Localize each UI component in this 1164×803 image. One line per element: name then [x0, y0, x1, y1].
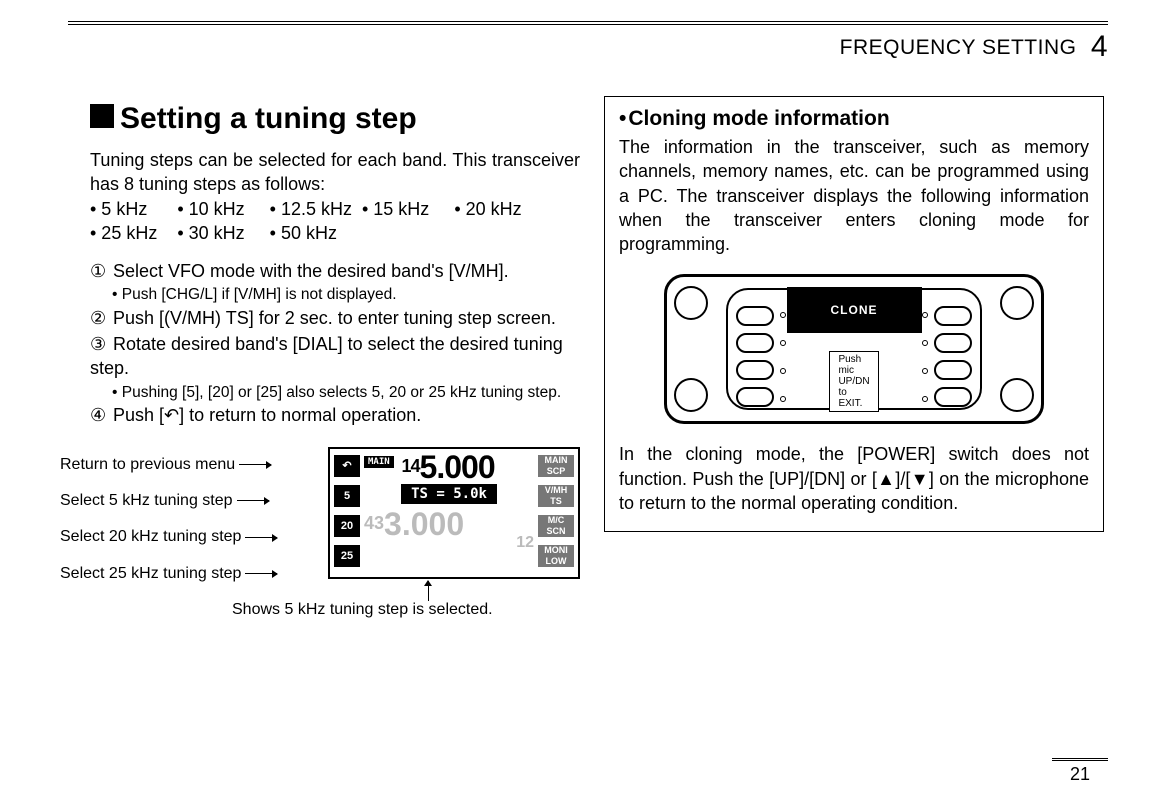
lcd-btn-moni-low: MONILOW	[538, 545, 574, 567]
lcd-btn-25: 25	[334, 545, 360, 567]
step-3-text: Rotate desired band's [DIAL] to select t…	[90, 334, 563, 378]
side-button-icon	[736, 387, 774, 407]
side-button-icon	[736, 360, 774, 380]
led-dot-icon	[780, 396, 786, 402]
lcd-btn-20: 20	[334, 515, 360, 537]
caption-arrow-icon	[428, 581, 429, 601]
section-title-text: Setting a tuning step	[120, 102, 417, 135]
step-3-num: ③	[90, 332, 108, 356]
cloning-info-box: •Cloning mode information The informatio…	[604, 96, 1104, 532]
diagram-label-return: Return to previous menu	[60, 453, 277, 476]
step-4-num: ④	[90, 403, 108, 427]
radio-face-diagram: CLONE Push mic UP/DN to EXIT.	[664, 274, 1044, 424]
step-2-text: Push [(V/MH) TS] for 2 sec. to enter tun…	[113, 308, 556, 328]
led-dot-icon	[922, 368, 928, 374]
arrow-icon	[245, 537, 277, 538]
lcd-ts-indicator: TS = 5.0k	[401, 484, 497, 504]
side-button-icon	[736, 306, 774, 326]
step-3: ③ Rotate desired band's [DIAL] to select…	[90, 332, 580, 381]
page-number-rule	[1052, 758, 1108, 759]
step-4-text: Push [↶] to return to normal operation.	[113, 405, 421, 425]
lcd-btn-vmh-ts: V/MHTS	[538, 485, 574, 507]
header-rule	[68, 21, 1108, 27]
section-square-icon	[90, 104, 114, 128]
cloning-paragraph-2: In the cloning mode, the [POWER] switch …	[619, 442, 1089, 515]
mic-instruction-label: Push mic UP/DN to EXIT.	[829, 351, 878, 412]
header-section-text: FREQUENCY SETTING	[840, 36, 1077, 59]
cloning-paragraph-1: The information in the transceiver, such…	[619, 135, 1089, 256]
arrow-icon	[239, 464, 271, 465]
arrow-icon	[237, 500, 269, 501]
step-3-note: • Pushing [5], [20] or [25] also selects…	[112, 383, 580, 403]
step-1-text: Select VFO mode with the desired band's …	[113, 261, 509, 281]
section-title: Setting a tuning step	[90, 102, 580, 136]
led-dot-icon	[780, 340, 786, 346]
cloning-title: •Cloning mode information	[619, 107, 1089, 131]
lcd-btn-5: 5	[334, 485, 360, 507]
intro-paragraph: Tuning steps can be selected for each ba…	[90, 148, 580, 197]
step-1-note: • Push [CHG/L] if [V/MH] is not displaye…	[112, 285, 580, 305]
lcd-freq-main: MAIN 145.000	[364, 453, 534, 482]
lcd-diagram: Return to previous menu Select 5 kHz tun…	[90, 453, 580, 653]
side-button-icon	[934, 387, 972, 407]
led-dot-icon	[922, 340, 928, 346]
diagram-label-5khz: Select 5 kHz tuning step	[60, 489, 277, 512]
step-4: ④ Push [↶] to return to normal operation…	[90, 403, 580, 427]
step-1-num: ①	[90, 259, 108, 283]
led-dot-icon	[922, 396, 928, 402]
main-badge: MAIN	[364, 456, 394, 468]
lcd-btn-main-scp: MAINSCP	[538, 455, 574, 477]
lcd-freq-sub: 433.000 12	[364, 510, 534, 547]
lcd-btn-mc-scn: M/CSCN	[538, 515, 574, 537]
side-button-icon	[934, 360, 972, 380]
tuning-steps-row-2: • 25 kHz • 30 kHz • 50 kHz	[90, 221, 580, 245]
header-section: FREQUENCY SETTING 4	[840, 30, 1108, 64]
step-2: ② Push [(V/MH) TS] for 2 sec. to enter t…	[90, 306, 580, 330]
diagram-label-25khz: Select 25 kHz tuning step	[60, 562, 277, 585]
diagram-caption: Shows 5 kHz tuning step is selected.	[232, 601, 493, 619]
diagram-label-20khz: Select 20 kHz tuning step	[60, 525, 277, 548]
header-chapter-number: 4	[1091, 30, 1108, 63]
side-button-icon	[736, 333, 774, 353]
led-dot-icon	[922, 312, 928, 318]
side-button-icon	[934, 306, 972, 326]
tuning-steps-row-1: • 5 kHz • 10 kHz • 12.5 kHz • 15 kHz • 2…	[90, 197, 580, 221]
step-1: ① Select VFO mode with the desired band'…	[90, 259, 580, 283]
side-button-icon	[934, 333, 972, 353]
clone-screen-label: CLONE	[787, 287, 922, 333]
arrow-icon	[245, 573, 277, 574]
step-2-num: ②	[90, 306, 108, 330]
led-dot-icon	[780, 368, 786, 374]
led-dot-icon	[780, 312, 786, 318]
lcd-screen: ↶ 5 20 25 MAINSCP V/MHTS M/CSCN MONILOW …	[328, 447, 580, 579]
page-number: 21	[1052, 760, 1108, 785]
lcd-btn-return: ↶	[334, 455, 360, 477]
